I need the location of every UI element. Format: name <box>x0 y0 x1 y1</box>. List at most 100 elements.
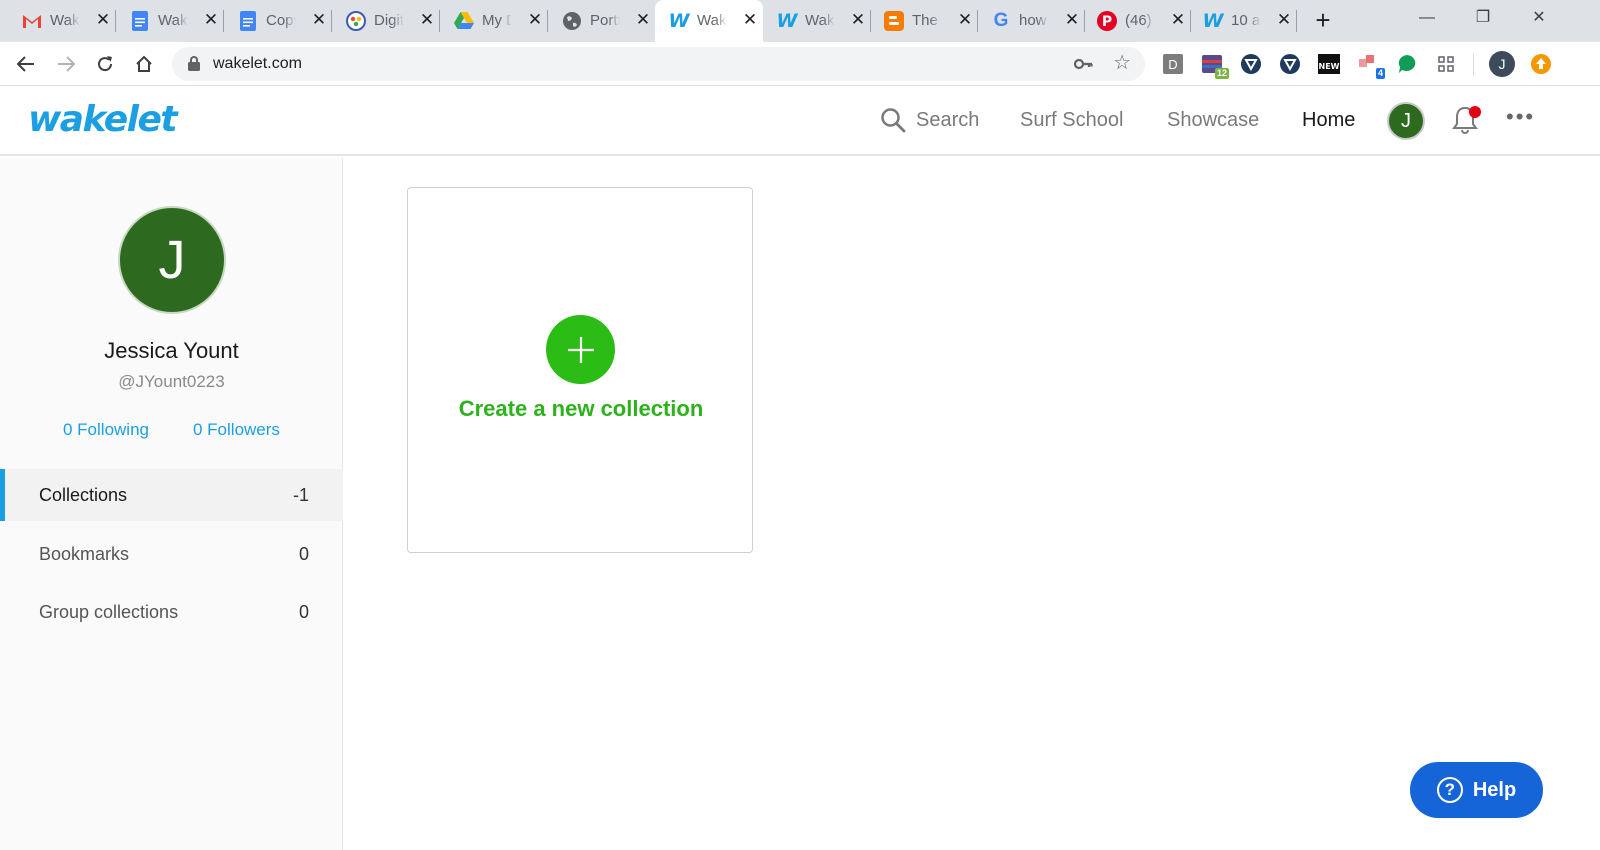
key-icon[interactable] <box>1073 54 1093 79</box>
nav-showcase[interactable]: Showcase <box>1167 109 1259 132</box>
new-tab-button[interactable]: + <box>1310 7 1336 33</box>
browser-tab[interactable]: G how ✕ <box>977 0 1085 42</box>
tab-close-icon[interactable]: ✕ <box>418 10 436 30</box>
new-extension-icon[interactable]: NEW <box>1318 53 1340 75</box>
sidebar-item-group-collections[interactable]: Group collections 0 <box>0 586 343 638</box>
blogger-icon <box>884 11 904 31</box>
app-header: wakelet Search Surf School Showcase Home… <box>0 87 1600 156</box>
google-icon: G <box>993 10 1009 31</box>
minimize-icon[interactable]: — <box>1404 6 1450 30</box>
profile-avatar[interactable]: J <box>118 206 226 314</box>
plus-icon[interactable] <box>546 315 615 384</box>
browser-tab[interactable]: Copy ✕ <box>224 0 332 42</box>
forward-icon[interactable] <box>52 50 80 78</box>
following-link[interactable]: 0 Following <box>63 420 149 440</box>
restore-icon[interactable]: ❐ <box>1460 6 1506 30</box>
window-close-icon[interactable]: ✕ <box>1516 6 1562 30</box>
extension-calendar-icon[interactable]: 12 <box>1201 53 1229 79</box>
tab-close-icon[interactable]: ✕ <box>741 10 759 30</box>
update-arrow-icon[interactable] <box>1530 53 1552 75</box>
tab-close-icon[interactable]: ✕ <box>310 10 328 30</box>
pinterest-icon: P <box>1097 11 1117 31</box>
browser-tab[interactable]: Digital ✕ <box>332 0 440 42</box>
tab-close-icon[interactable]: ✕ <box>1063 10 1081 30</box>
browser-tab[interactable]: Wakelet ✕ <box>116 0 224 42</box>
gmail-icon <box>22 11 42 31</box>
create-collection-label[interactable]: Create a new collection <box>408 396 754 422</box>
tab-close-icon[interactable]: ✕ <box>526 10 544 30</box>
tab-title: Wakelet <box>805 12 835 29</box>
apps-grid-icon[interactable] <box>1435 53 1457 75</box>
tab-title: Portfolio <box>590 12 620 29</box>
browser-tab[interactable]: W Wakelet ✕ <box>763 0 871 42</box>
profile-avatar-icon[interactable]: J <box>1489 51 1515 77</box>
sidebar-item-count: 0 <box>298 544 309 564</box>
sidebar-item-bookmarks[interactable]: Bookmarks 0 <box>0 528 343 580</box>
tab-close-icon[interactable]: ✕ <box>634 10 652 30</box>
avatar[interactable]: J <box>1387 102 1425 140</box>
wakelet-icon: W <box>1202 10 1224 32</box>
search-icon[interactable] <box>880 107 906 138</box>
more-options-icon[interactable]: ••• <box>1506 105 1535 129</box>
notification-dot <box>1469 106 1481 118</box>
question-icon: ? <box>1436 777 1463 803</box>
wakelet-logo[interactable]: wakelet <box>28 99 178 140</box>
extension-badge: 4 <box>1375 68 1385 79</box>
browser-tab[interactable]: W 10 a ✕ <box>1189 0 1297 42</box>
wakelet-icon: W <box>668 10 690 32</box>
sidebar-item-collections[interactable]: Collections -1 <box>0 469 343 521</box>
address-bar[interactable]: wakelet.com ☆ <box>172 47 1145 81</box>
reload-icon[interactable] <box>91 50 119 78</box>
tab-title: Copy <box>266 12 296 29</box>
browser-tab[interactable]: P (46) ✕ <box>1083 0 1191 42</box>
tab-title: Wakelet <box>158 12 188 29</box>
tab-close-icon[interactable]: ✕ <box>849 10 867 30</box>
sidebar-item-label: Bookmarks <box>39 544 130 564</box>
home-icon[interactable] <box>130 50 158 78</box>
browser-tab[interactable]: Wakelet ✕ <box>8 0 116 42</box>
lock-icon <box>188 56 200 76</box>
puzzle-extension-icon[interactable]: 4 <box>1357 53 1385 79</box>
tab-close-icon[interactable]: ✕ <box>956 10 974 30</box>
browser-toolbar: wakelet.com ☆ D 12 NEW 4 J <box>0 42 1600 86</box>
extension-d-label: D <box>1163 54 1183 74</box>
shield-extension-icon[interactable] <box>1240 53 1262 75</box>
followers-link[interactable]: 0 Followers <box>193 420 280 440</box>
create-collection-card[interactable]: Create a new collection <box>407 187 753 553</box>
drive-icon <box>454 11 474 31</box>
nav-surf-school[interactable]: Surf School <box>1020 109 1123 132</box>
tab-close-icon[interactable]: ✕ <box>202 10 220 30</box>
help-button[interactable]: ? Help <box>1410 762 1543 818</box>
tab-title: how <box>1019 12 1047 29</box>
url-text: wakelet.com <box>213 55 302 72</box>
back-icon[interactable] <box>12 50 40 78</box>
nav-search[interactable]: Search <box>916 109 979 132</box>
browser-tab-active[interactable]: W Wakelet ✕ <box>655 0 763 42</box>
toolbar-separator <box>1473 54 1474 76</box>
browser-tab[interactable]: The ✕ <box>870 0 978 42</box>
tab-title: Wakelet <box>50 12 80 29</box>
tab-close-icon[interactable]: ✕ <box>1275 10 1293 30</box>
bookmark-star-icon[interactable]: ☆ <box>1113 53 1131 73</box>
browser-tab[interactable]: Portfolio ✕ <box>548 0 656 42</box>
wakelet-icon: W <box>776 10 798 32</box>
profile-name: Jessica Yount <box>104 338 239 363</box>
sidebar-item-count: 0 <box>298 602 309 622</box>
tab-separator <box>1296 10 1297 32</box>
digital-icon <box>346 11 366 31</box>
profile-handle: @JYount0223 <box>118 372 225 391</box>
globe-icon <box>562 11 582 31</box>
tab-title: 10 a <box>1231 12 1261 29</box>
chat-extension-icon[interactable] <box>1396 53 1418 75</box>
extension-d-icon[interactable]: D <box>1162 53 1184 75</box>
svg-text:P: P <box>1102 14 1112 30</box>
svg-text:NEW: NEW <box>1319 62 1340 71</box>
shield-extension-icon[interactable] <box>1279 53 1301 75</box>
help-label: Help <box>1472 778 1517 801</box>
tab-title: The <box>912 12 938 29</box>
tab-close-icon[interactable]: ✕ <box>1169 10 1187 30</box>
nav-home[interactable]: Home <box>1302 109 1355 132</box>
browser-tab[interactable]: My Drive ✕ <box>440 0 548 42</box>
tab-title: My Drive <box>482 12 512 29</box>
tab-close-icon[interactable]: ✕ <box>94 10 112 30</box>
